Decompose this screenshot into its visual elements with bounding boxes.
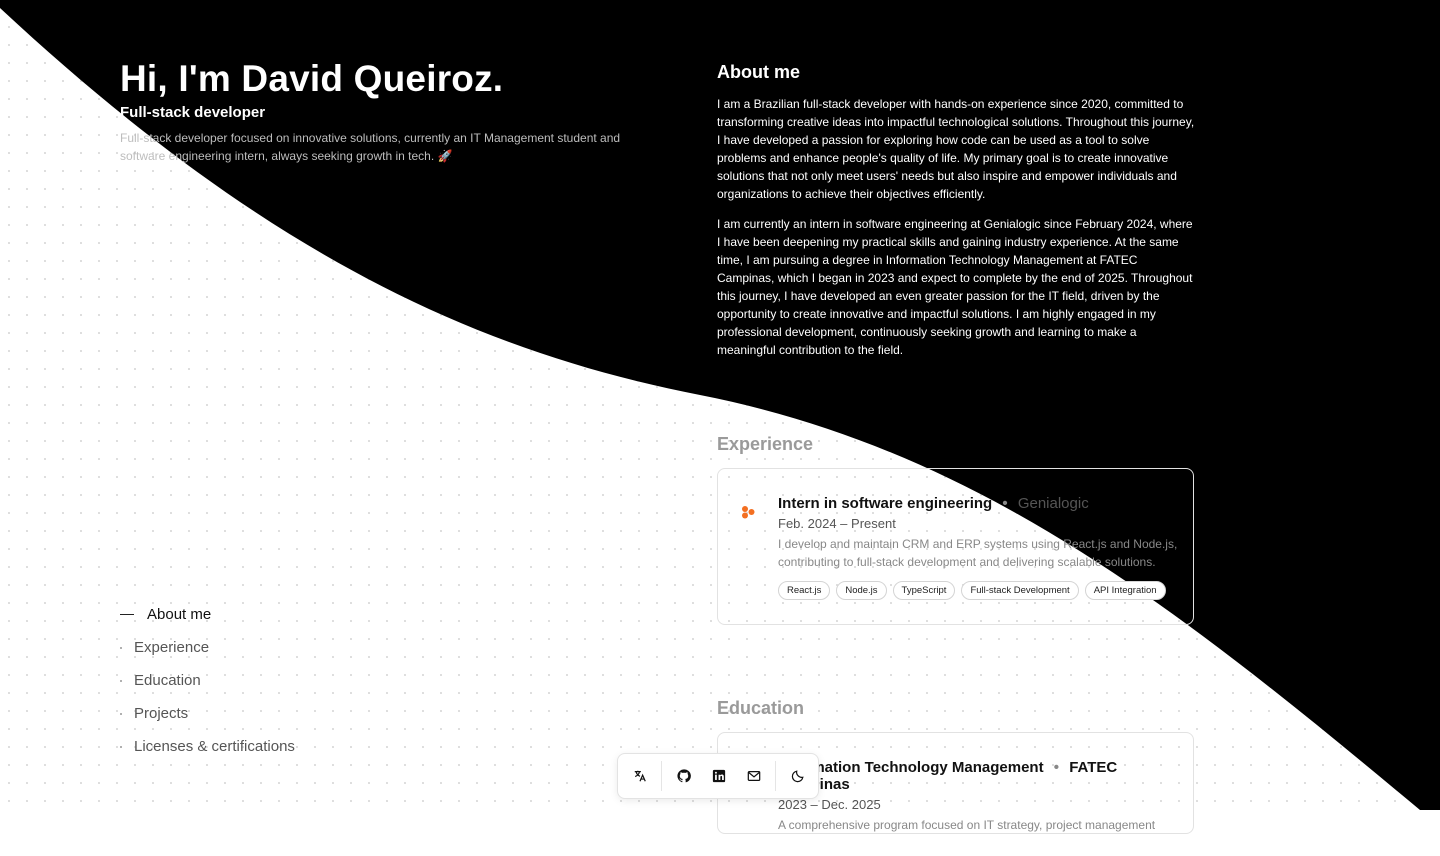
toolbar-divider: [775, 761, 776, 791]
title-separator: •: [1053, 759, 1060, 776]
date-separator: –: [840, 516, 848, 531]
title-separator: •: [1002, 495, 1008, 512]
bullet-dot: [120, 646, 122, 649]
bullet-dot: [120, 745, 122, 748]
role-subtitle: Full-stack developer: [120, 104, 266, 121]
about-heading: About me: [717, 62, 800, 82]
nav-label: Projects: [134, 705, 189, 722]
bullet-dot: [120, 679, 122, 682]
education-title: Information Technology Management • FATE…: [778, 759, 1169, 793]
floating-toolbar: [617, 753, 819, 799]
bullet-dot: [120, 712, 122, 715]
nav-item-about-me[interactable]: About me: [120, 598, 295, 631]
nav-label: Experience: [134, 639, 210, 656]
nav-label: Education: [134, 672, 201, 689]
skill-tag: TypeScript: [892, 581, 956, 600]
theme-toggle-button[interactable]: [780, 754, 815, 798]
moon-icon: [791, 770, 804, 783]
about-section: About me I am a Brazilian full-stack dev…: [717, 62, 1197, 371]
page-title: Hi, I'm David Queiroz.: [120, 58, 504, 99]
about-paragraph: I am currently an intern in software eng…: [717, 217, 1193, 357]
experience-title: Intern in software engineering • Genialo…: [778, 495, 1169, 512]
skill-tag: Node.js: [836, 581, 887, 600]
date-start: Feb. 2024: [778, 516, 837, 531]
skill-tag: React.js: [778, 581, 831, 600]
skill-tag: Full-stack Development: [961, 581, 1079, 600]
skill-tags: React.js Node.js TypeScript Full-stack D…: [778, 581, 1169, 600]
nav-item-licenses[interactable]: Licenses & certifications: [120, 730, 295, 763]
mail-icon: [747, 771, 760, 781]
toolbar-divider: [661, 761, 662, 791]
nav-label: Licenses & certifications: [134, 738, 295, 755]
job-title: Intern in software engineering: [778, 495, 993, 512]
experience-date: Feb. 2024 – Present: [778, 516, 1169, 531]
nav-item-experience[interactable]: Experience: [120, 631, 295, 664]
nav-item-projects[interactable]: Projects: [120, 697, 295, 730]
experience-description: I develop and maintain CRM and ERP syste…: [778, 537, 1178, 569]
education-description: A comprehensive program focused on IT st…: [778, 818, 1156, 832]
experience-card[interactable]: Intern in software engineering • Genialo…: [717, 468, 1194, 625]
github-button[interactable]: [666, 754, 701, 798]
translate-icon: [634, 770, 646, 782]
active-indicator: [120, 614, 134, 615]
experience-heading: Experience: [717, 434, 814, 454]
date-end: Present: [851, 516, 896, 531]
github-icon: [676, 769, 691, 783]
linkedin-icon: [712, 769, 725, 783]
education-heading: Education: [717, 698, 805, 718]
email-button[interactable]: [736, 754, 771, 798]
company-name: Genialogic: [1017, 495, 1089, 512]
genialogic-logo-icon: [742, 506, 755, 519]
nav-item-education[interactable]: Education: [120, 664, 295, 697]
about-paragraph: I am a Brazilian full-stack developer wi…: [717, 97, 1195, 201]
skill-tag: API Integration: [1084, 581, 1166, 600]
language-button[interactable]: [622, 754, 657, 798]
bio-text: Full-stack developer focused on innovati…: [120, 131, 621, 163]
nav-label: About me: [147, 606, 212, 623]
section-nav: About me Experience Education Projects L…: [120, 598, 295, 763]
linkedin-button[interactable]: [701, 754, 736, 798]
